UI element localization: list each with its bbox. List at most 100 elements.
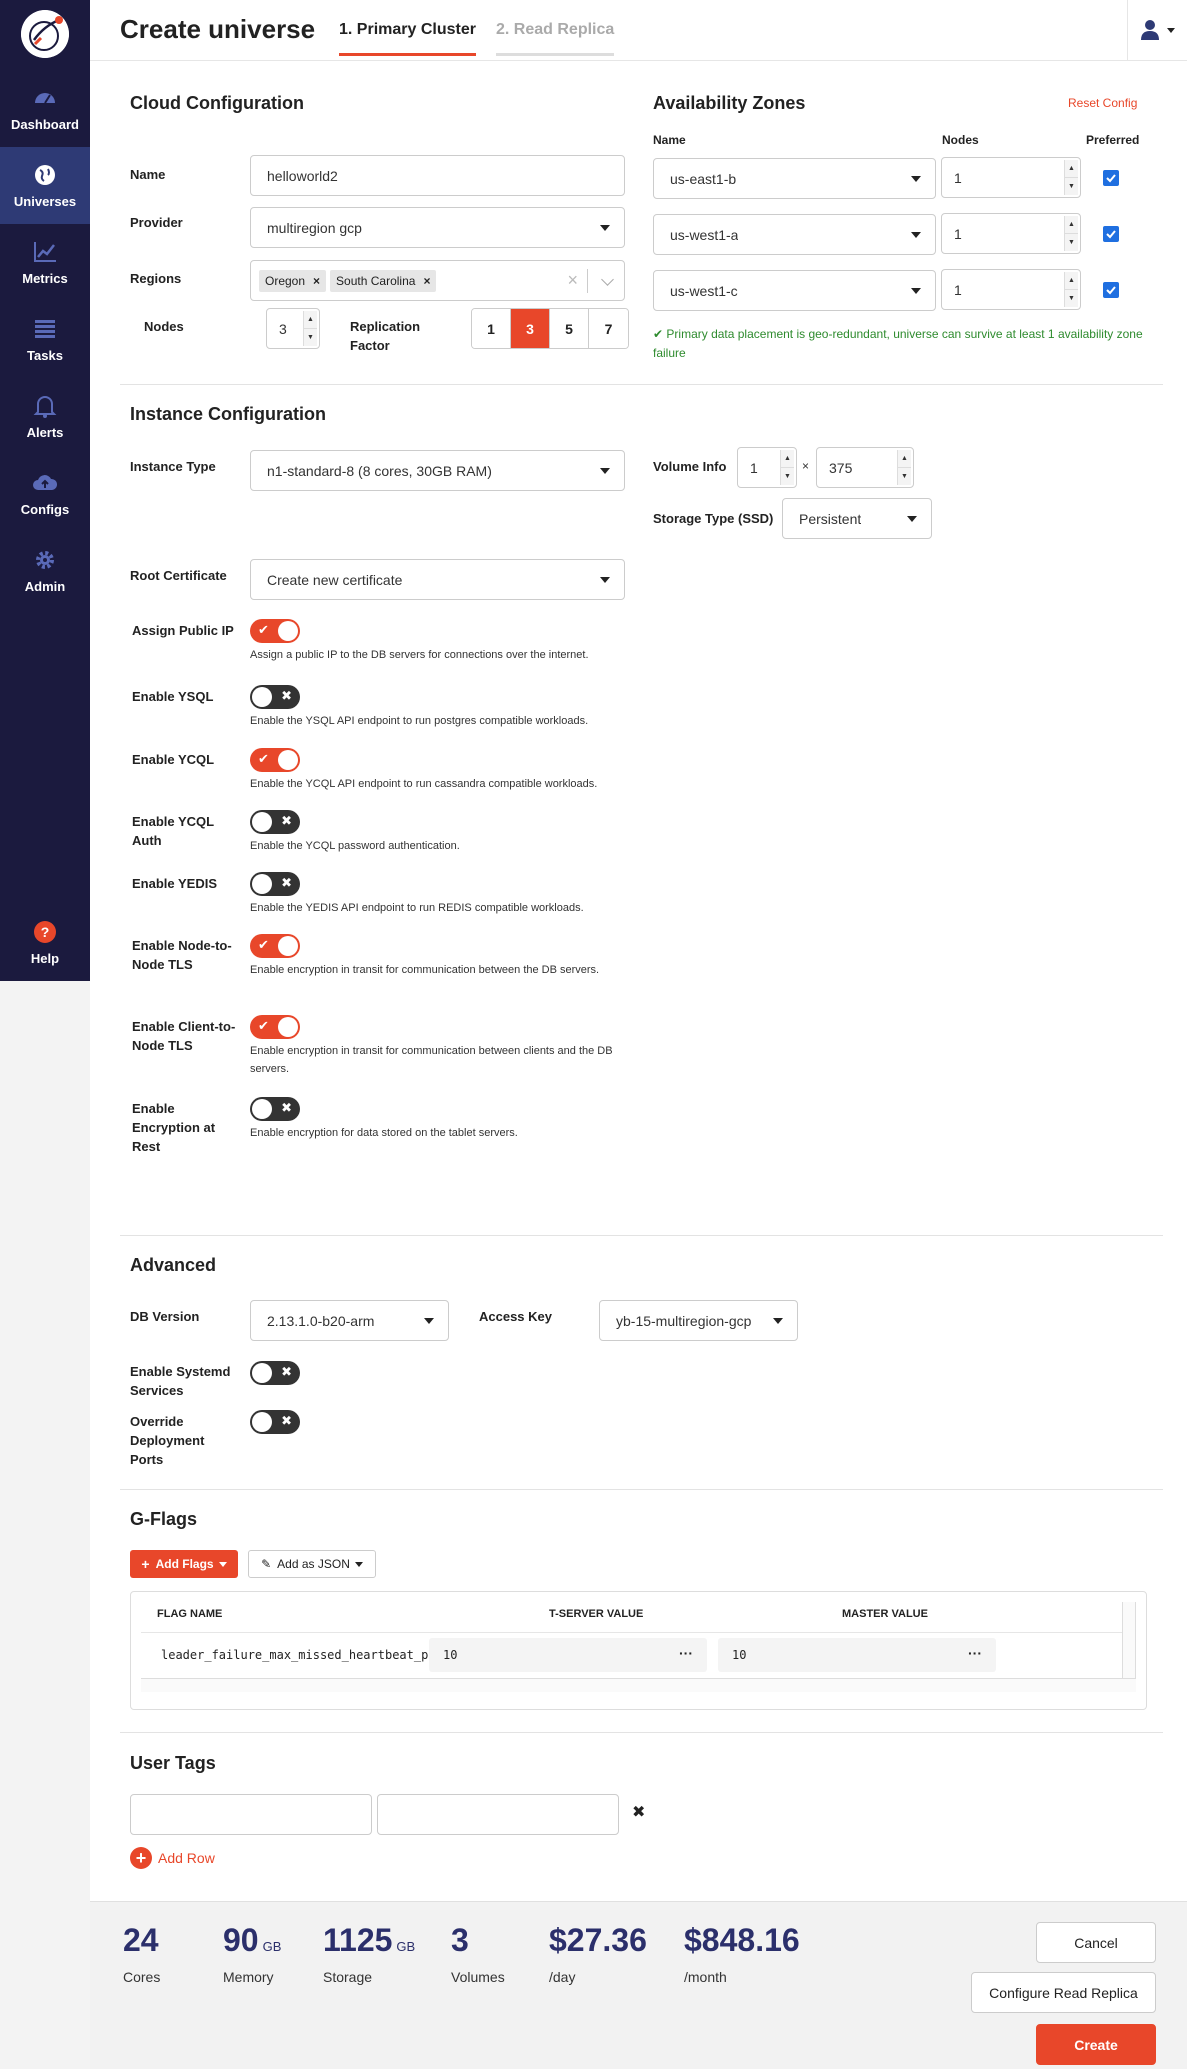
- stepper-up-icon[interactable]: ▲: [304, 311, 317, 328]
- stepper-arrows[interactable]: ▲ ▼: [1064, 216, 1078, 251]
- summary-footer: 24 Cores 90 GB Memory 1125 GB Storage 3 Volumes $2…: [90, 1901, 1187, 2069]
- master-value-cell[interactable]: 10 ···: [718, 1638, 996, 1672]
- root-certificate-select[interactable]: Create new certificate: [250, 559, 625, 600]
- zone-nodes-stepper[interactable]: 1 ▲ ▼: [941, 213, 1081, 254]
- instance-type-select[interactable]: n1-standard-8 (8 cores, 30GB RAM): [250, 450, 625, 491]
- remove-region-icon[interactable]: ×: [423, 274, 430, 288]
- sidebar-item-label: Metrics: [22, 271, 68, 286]
- configure-read-replica-button[interactable]: Configure Read Replica: [971, 1972, 1156, 2013]
- sidebar-item-alerts[interactable]: Alerts: [0, 378, 90, 455]
- stat-unit: GB: [396, 1939, 416, 1954]
- gflags-table: FLAG NAME T-SERVER VALUE MASTER VALUE le…: [130, 1591, 1147, 1710]
- user-tags-title: User Tags: [130, 1753, 216, 1773]
- tab-read-replica[interactable]: 2. Read Replica: [496, 21, 615, 56]
- stepper-up-icon[interactable]: ▲: [1065, 216, 1078, 233]
- add-row-button[interactable]: + Add Row: [130, 1847, 215, 1869]
- volume-info-label: Volume Info: [653, 459, 727, 474]
- yugabyte-logo[interactable]: [21, 10, 69, 58]
- sidebar-item-help[interactable]: ? Help: [0, 904, 90, 981]
- zone-select[interactable]: us-east1-b: [653, 158, 936, 199]
- stepper-down-icon[interactable]: ▼: [898, 467, 911, 485]
- stat-label: Memory: [223, 1969, 274, 1985]
- root-certificate-value: Create new certificate: [267, 571, 403, 588]
- zone-select[interactable]: us-west1-c: [653, 270, 936, 311]
- toggle-switch[interactable]: ✔: [250, 1015, 300, 1039]
- stepper-down-icon[interactable]: ▼: [781, 467, 794, 485]
- cancel-button[interactable]: Cancel: [1036, 1922, 1156, 1963]
- stepper-up-icon[interactable]: ▲: [1065, 160, 1078, 177]
- stepper-up-icon[interactable]: ▲: [1065, 272, 1078, 289]
- volume-count-stepper[interactable]: 1 ▲ ▼: [737, 447, 797, 488]
- rf-option-7[interactable]: 7: [589, 309, 628, 348]
- rf-option-1[interactable]: 1: [472, 309, 511, 348]
- stepper-arrows[interactable]: ▲ ▼: [1064, 160, 1078, 195]
- zone-nodes-stepper[interactable]: 1 ▲ ▼: [941, 157, 1081, 198]
- rf-option-5[interactable]: 5: [550, 309, 589, 348]
- stepper-down-icon[interactable]: ▼: [1065, 289, 1078, 307]
- toggle-switch[interactable]: ✖: [250, 1097, 300, 1121]
- access-key-select[interactable]: yb-15-multiregion-gcp: [599, 1300, 798, 1341]
- preferred-checkbox[interactable]: [1103, 282, 1119, 298]
- add-flags-button[interactable]: + Add Flags: [130, 1550, 238, 1578]
- storage-type-select[interactable]: Persistent: [782, 498, 932, 539]
- add-as-json-button[interactable]: ✎ Add as JSON: [248, 1550, 376, 1578]
- regions-multiselect[interactable]: Oregon × South Carolina × ×: [250, 260, 625, 301]
- reset-config-link[interactable]: Reset Config: [1068, 96, 1137, 110]
- toggle-hint: Enable encryption in transit for communi…: [250, 1045, 613, 1075]
- more-icon[interactable]: ···: [679, 1645, 693, 1661]
- chevron-down-icon[interactable]: [601, 273, 614, 286]
- sidebar-item-admin[interactable]: Admin: [0, 532, 90, 609]
- sidebar-item-universes[interactable]: Universes: [0, 147, 90, 224]
- override-ports-toggle[interactable]: ✖: [250, 1410, 300, 1434]
- clear-icon[interactable]: ×: [567, 270, 578, 291]
- toggle-switch[interactable]: ✔: [250, 619, 300, 643]
- stepper-down-icon[interactable]: ▼: [1065, 233, 1078, 251]
- tserver-value-cell[interactable]: 10 ···: [429, 1638, 707, 1672]
- toggle-switch[interactable]: ✖: [250, 685, 300, 709]
- db-version-select[interactable]: 2.13.1.0-b20-arm: [250, 1300, 449, 1341]
- toggle-knob: [252, 1099, 272, 1119]
- nodes-stepper[interactable]: 3 ▲ ▼: [266, 308, 320, 349]
- remove-region-icon[interactable]: ×: [313, 274, 320, 288]
- sidebar-item-tasks[interactable]: Tasks: [0, 301, 90, 378]
- tag-key-input[interactable]: [130, 1794, 372, 1835]
- toggle-switch[interactable]: ✔: [250, 748, 300, 772]
- sidebar-item-configs[interactable]: Configs: [0, 455, 90, 532]
- stepper-down-icon[interactable]: ▼: [304, 328, 317, 346]
- zone-nodes-stepper[interactable]: 1 ▲ ▼: [941, 269, 1081, 310]
- sidebar-item-dashboard[interactable]: Dashboard: [0, 70, 90, 147]
- user-menu[interactable]: [1127, 0, 1187, 60]
- stepper-up-icon[interactable]: ▲: [781, 450, 794, 467]
- remove-tag-icon[interactable]: ✖: [632, 1802, 645, 1822]
- stepper-down-icon[interactable]: ▼: [1065, 177, 1078, 195]
- preferred-checkbox[interactable]: [1103, 170, 1119, 186]
- stepper-arrows[interactable]: ▲ ▼: [303, 311, 317, 346]
- rf-option-3[interactable]: 3: [511, 309, 550, 348]
- systemd-toggle[interactable]: ✖: [250, 1361, 300, 1385]
- volume-count-value: 1: [750, 459, 758, 476]
- provider-select[interactable]: multiregion gcp: [250, 207, 625, 248]
- tab-primary-cluster[interactable]: 1. Primary Cluster: [339, 21, 476, 56]
- stepper-arrows[interactable]: ▲ ▼: [897, 450, 911, 485]
- stepper-arrows[interactable]: ▲ ▼: [1064, 272, 1078, 307]
- zone-select[interactable]: us-west1-a: [653, 214, 936, 255]
- volume-size-stepper[interactable]: 375 ▲ ▼: [816, 447, 914, 488]
- toggle-switch[interactable]: ✖: [250, 872, 300, 896]
- preferred-checkbox[interactable]: [1103, 226, 1119, 242]
- sidebar: Dashboard Universes Metrics Tasks Alerts…: [0, 0, 90, 981]
- user-icon: [1140, 20, 1159, 40]
- toggle-switch[interactable]: ✖: [250, 810, 300, 834]
- stepper-arrows[interactable]: ▲ ▼: [780, 450, 794, 485]
- tag-value-input[interactable]: [377, 1794, 619, 1835]
- name-value: helloworld2: [267, 167, 338, 184]
- db-version-value: 2.13.1.0-b20-arm: [267, 1312, 375, 1329]
- create-button[interactable]: Create: [1036, 2024, 1156, 2065]
- sidebar-item-metrics[interactable]: Metrics: [0, 224, 90, 301]
- more-icon[interactable]: ···: [968, 1645, 982, 1661]
- gflag-col-tserver: T-SERVER VALUE: [549, 1608, 644, 1620]
- table-horizontal-scrollbar[interactable]: [141, 1678, 1136, 1692]
- name-input[interactable]: helloworld2: [250, 155, 625, 196]
- stepper-up-icon[interactable]: ▲: [898, 450, 911, 467]
- toggle-switch[interactable]: ✔: [250, 934, 300, 958]
- gear-icon: [36, 551, 54, 569]
